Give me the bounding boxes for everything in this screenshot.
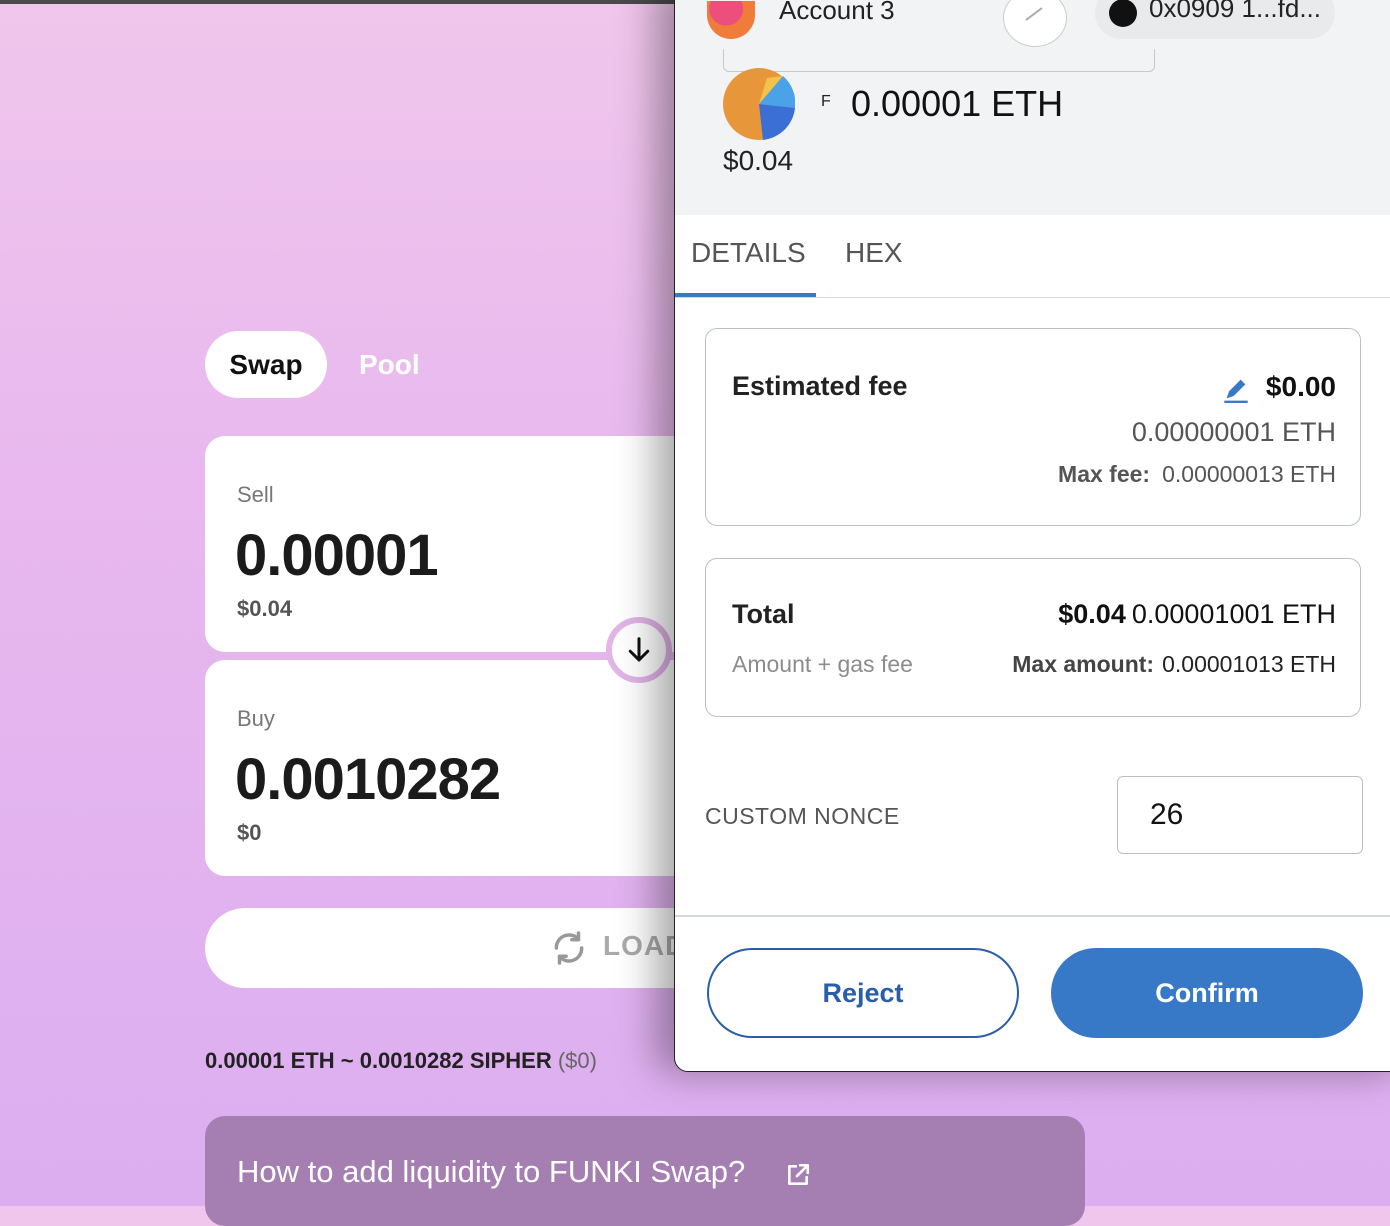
estimated-fee-usd: $0.00 xyxy=(1265,371,1336,402)
total-usd: $0.04 xyxy=(1058,599,1126,629)
estimated-fee-eth: 0.00000001 ETH xyxy=(1131,417,1336,447)
swap-pool-tabs: Swap Pool xyxy=(205,331,420,398)
max-amount-label: Max amount: xyxy=(1012,651,1155,677)
buy-amount-input[interactable]: 0.0010282 xyxy=(235,746,501,813)
arrow-down-icon xyxy=(628,637,650,662)
account-avatar xyxy=(707,1,755,39)
tab-swap[interactable]: Swap xyxy=(205,331,327,398)
max-fee-value: 0.00000013 ETH xyxy=(1162,461,1336,487)
tab-details[interactable]: DETAILS xyxy=(691,237,806,269)
token-usd: $0.04 xyxy=(723,145,794,176)
footer-divider xyxy=(675,915,1390,917)
address-text: 0x0909 1...fd... xyxy=(1149,0,1322,23)
max-amount-value: 0.00001013 ETH xyxy=(1162,651,1336,677)
account-arrow-button[interactable] xyxy=(1003,0,1067,47)
total-eth: 0.00001001 ETH xyxy=(1131,599,1336,629)
max-amount-row: Max amount: 0.00001013 ETH xyxy=(1012,651,1336,678)
edit-pencil-icon[interactable] xyxy=(1222,375,1250,403)
help-link[interactable]: How to add liquidity to FUNKI Swap? xyxy=(237,1154,745,1190)
refresh-icon xyxy=(554,931,584,965)
popup-tabs: DETAILS HEX xyxy=(675,215,1390,298)
estimated-fee-usd-row: $0.00 xyxy=(1222,371,1336,403)
browser-top-bar xyxy=(0,0,680,4)
rate-usd: ($0) xyxy=(557,1048,597,1073)
buy-usd-value: $0 xyxy=(237,820,262,845)
estimated-fee-label: Estimated fee xyxy=(732,371,908,401)
active-tab-indicator xyxy=(675,293,816,297)
popup-header: Account 3 0x0909 1...fd... F 0.00001 ETH… xyxy=(675,0,1390,215)
token-icon xyxy=(723,68,795,140)
custom-nonce-input[interactable] xyxy=(1117,776,1363,854)
rate-text: 0.00001 ETH ~ 0.0010282 SIPHER xyxy=(205,1048,552,1073)
switch-direction-button[interactable] xyxy=(606,617,672,683)
exchange-rate: 0.00001 ETH ~ 0.0010282 SIPHER ($0) xyxy=(205,1048,597,1074)
confirm-button[interactable]: Confirm xyxy=(1051,948,1363,1038)
custom-nonce-label: CUSTOM NONCE xyxy=(705,803,900,829)
account-name: Account 3 xyxy=(779,0,895,25)
max-fee-label: Max fee: xyxy=(1058,461,1151,487)
metamask-confirmation-popup: Account 3 0x0909 1...fd... F 0.00001 ETH… xyxy=(674,0,1390,1072)
sell-amount-input[interactable]: 0.00001 xyxy=(235,522,439,589)
buy-card: Buy 0.0010282 $0 xyxy=(205,660,725,876)
token-amount: 0.00001 ETH xyxy=(851,83,1064,124)
token-letter: F xyxy=(821,93,831,110)
tab-pool[interactable]: Pool xyxy=(359,349,420,381)
total-box: Total Amount + gas fee $0.04 0.00001001 E… xyxy=(705,558,1361,717)
estimated-fee-box: Estimated fee $0.00 0.00000001 ETH Max f… xyxy=(705,328,1361,526)
total-label: Total xyxy=(732,599,795,629)
help-banner[interactable]: How to add liquidity to FUNKI Swap? xyxy=(205,1116,1085,1226)
total-value-row: $0.04 0.00001001 ETH xyxy=(1058,599,1336,630)
buy-label: Buy xyxy=(237,706,275,731)
external-link-icon xyxy=(788,1163,810,1185)
address-pill[interactable]: 0x0909 1...fd... xyxy=(1095,0,1335,39)
arrow-right-icon xyxy=(1025,7,1043,21)
sell-label: Sell xyxy=(237,482,274,507)
tab-hex[interactable]: HEX xyxy=(845,237,903,269)
reject-button[interactable]: Reject xyxy=(707,948,1019,1038)
sell-usd-value: $0.04 xyxy=(237,596,293,621)
total-sub-label: Amount + gas fee xyxy=(732,651,913,677)
loading-button[interactable]: LOAD xyxy=(205,908,725,988)
max-fee-row: Max fee: 0.00000013 ETH xyxy=(1058,461,1336,488)
address-avatar xyxy=(1109,0,1137,27)
